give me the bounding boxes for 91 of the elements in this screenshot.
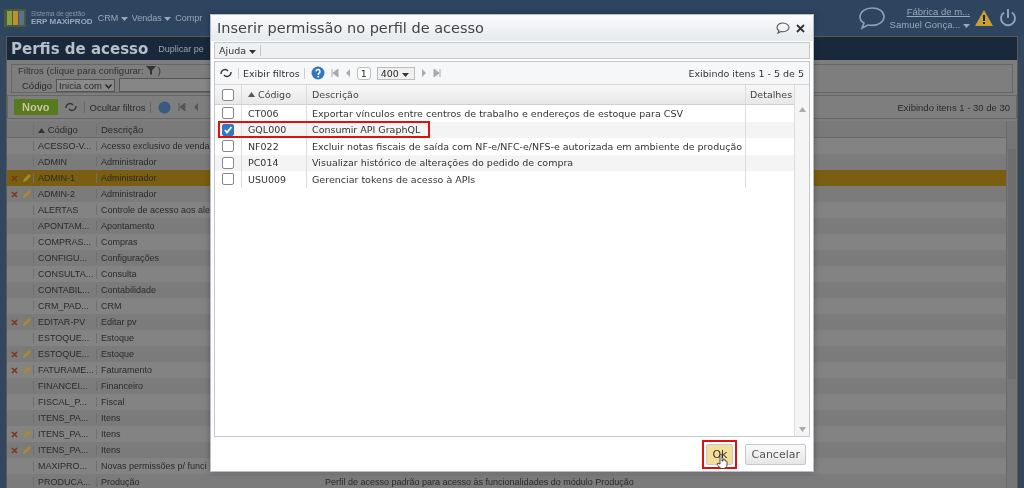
item-count: Exibindo itens 1 - 30 de 30 bbox=[897, 101, 1010, 113]
user-menu[interactable]: Samuel Gonça... bbox=[889, 19, 970, 30]
comment-icon[interactable] bbox=[776, 22, 790, 34]
column-header[interactable]: Código bbox=[241, 85, 306, 104]
table-cell: ACESSO-V... bbox=[33, 141, 96, 151]
delete-icon[interactable] bbox=[11, 366, 18, 374]
field-label: Código bbox=[22, 79, 53, 91]
table-cell: COMPRAS... bbox=[33, 237, 96, 247]
column-header[interactable]: Código bbox=[33, 123, 96, 135]
caret-icon bbox=[120, 17, 128, 21]
table-cell: Excluir notas fiscais de saída com NF-e/NFC-e/NFS-e autorizada em ambiente de produção bbox=[306, 138, 745, 155]
table-cell: ITENS_PA... bbox=[33, 445, 96, 455]
table-cell: Perfil de acesso padrão para acesso às funcionalidades do módulo Produção bbox=[325, 477, 634, 487]
table-cell: CRM_PAD... bbox=[33, 301, 96, 311]
table-cell: FISCAL_P... bbox=[33, 397, 96, 407]
cancel-button[interactable]: Cancelar bbox=[745, 443, 806, 465]
logo-title: ERP MAXIPROD bbox=[31, 17, 93, 26]
table-cell: EDITAR-PV bbox=[33, 317, 96, 327]
menu-item[interactable]: Compr bbox=[175, 13, 203, 23]
table-cell: ADMIN-2 bbox=[33, 189, 96, 199]
page-size-select[interactable]: 400 bbox=[376, 66, 415, 80]
item-count: Exibindo itens 1 - 5 de 5 bbox=[688, 67, 804, 79]
table-cell: PRODUCA... bbox=[33, 477, 96, 487]
duplicate-link[interactable]: Duplicar pe bbox=[158, 43, 204, 54]
hide-filters-button[interactable]: Ocultar filtros bbox=[83, 101, 152, 113]
help-menu[interactable]: Ajuda bbox=[215, 45, 262, 56]
checkbox[interactable] bbox=[222, 107, 234, 120]
delete-icon[interactable] bbox=[11, 190, 18, 198]
table-cell: CONTABIL... bbox=[33, 285, 96, 295]
delete-icon[interactable] bbox=[11, 174, 18, 182]
first-page-icon[interactable] bbox=[178, 103, 187, 111]
logo-icon bbox=[3, 7, 27, 29]
delete-icon[interactable] bbox=[11, 350, 18, 358]
sort-up-icon bbox=[38, 127, 45, 133]
pencil-icon[interactable] bbox=[22, 317, 32, 327]
checkbox[interactable] bbox=[222, 156, 234, 169]
checkbox[interactable] bbox=[222, 140, 234, 153]
page-number-field[interactable]: 1 bbox=[356, 66, 371, 80]
warning-icon[interactable] bbox=[974, 9, 994, 27]
power-icon[interactable] bbox=[998, 8, 1018, 28]
close-icon[interactable] bbox=[796, 23, 805, 33]
first-page-icon[interactable] bbox=[330, 69, 339, 77]
filter-legend: Filtros (clique para configurar: bbox=[18, 65, 144, 76]
table-cell: NF022 bbox=[241, 138, 306, 155]
page-title: Perfis de acesso bbox=[11, 39, 149, 58]
filter-legend-end: ) bbox=[157, 65, 161, 76]
checkbox[interactable] bbox=[222, 173, 234, 186]
table-cell: FINANCEI... bbox=[33, 381, 96, 391]
table-cell: Exportar vínculos entre centros de trabalho e endereços de estoque para CSV bbox=[306, 105, 745, 122]
column-header[interactable]: Descrição bbox=[306, 85, 745, 104]
operator-select[interactable]: Inicia com bbox=[56, 78, 115, 92]
show-filters-button[interactable]: Exibir filtros bbox=[238, 67, 305, 79]
table-cell: ALERTAS bbox=[33, 205, 96, 215]
delete-icon[interactable] bbox=[11, 430, 18, 438]
select-all-checkbox[interactable] bbox=[222, 88, 234, 101]
caret-icon bbox=[164, 17, 172, 21]
table-cell: CONSULTA... bbox=[33, 269, 96, 279]
filter-icon[interactable] bbox=[145, 66, 156, 75]
table-cell: APONTAM... bbox=[33, 221, 96, 231]
table-cell: CONFIGU... bbox=[33, 253, 96, 263]
menu-item[interactable]: CRM bbox=[97, 13, 128, 23]
table-cell: Produção bbox=[96, 477, 321, 487]
scroll-up-icon[interactable] bbox=[798, 107, 806, 112]
table-cell: ADMIN-1 bbox=[33, 173, 96, 183]
last-page-icon[interactable] bbox=[432, 69, 441, 77]
table-cell: ITENS_PA... bbox=[33, 413, 96, 423]
dialog-title: Inserir permissão no perfil de acesso bbox=[217, 20, 484, 36]
caret-icon bbox=[249, 50, 257, 54]
new-button[interactable]: Novo bbox=[14, 99, 58, 115]
refresh-icon[interactable] bbox=[220, 68, 232, 78]
chat-icon[interactable] bbox=[857, 6, 886, 30]
delete-icon[interactable] bbox=[11, 446, 18, 454]
table-cell: FATURAME... bbox=[33, 365, 96, 375]
next-page-icon[interactable] bbox=[420, 69, 427, 77]
company-link[interactable]: Fábrica de m... bbox=[906, 6, 970, 17]
previous-page-icon[interactable] bbox=[344, 69, 351, 77]
chevron-down-icon bbox=[104, 83, 112, 89]
delete-icon[interactable] bbox=[11, 318, 18, 326]
table-cell: USU009 bbox=[241, 171, 306, 188]
table-cell: ESTOQUE... bbox=[33, 333, 96, 343]
checkbox[interactable] bbox=[222, 123, 234, 136]
table-cell: ITENS_PA... bbox=[33, 429, 96, 439]
table-cell: ADMIN bbox=[33, 157, 96, 167]
table-cell: ESTOQUE... bbox=[33, 349, 96, 359]
caret-icon bbox=[963, 24, 970, 28]
previous-page-icon[interactable] bbox=[193, 103, 200, 111]
table-cell: CT006 bbox=[241, 105, 306, 122]
table-cell: MAXIPRO... bbox=[33, 461, 96, 471]
table-cell: Gerenciar tokens de acesso à APIs bbox=[306, 171, 745, 188]
scrollbar[interactable] bbox=[1006, 121, 1017, 488]
menu-item[interactable]: Vendas bbox=[131, 13, 172, 23]
